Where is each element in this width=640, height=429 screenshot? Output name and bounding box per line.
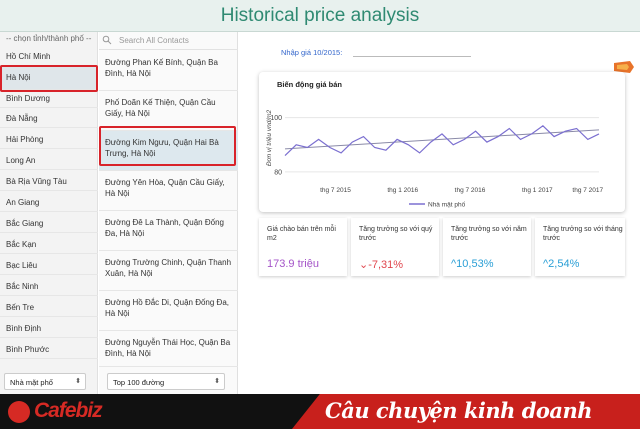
- cafebiz-logo: Cafebiz: [34, 399, 103, 422]
- province-label: Bắc Kạn: [6, 240, 37, 249]
- stat-value: ⌄-7,31%: [359, 259, 404, 271]
- street-item[interactable]: Đường Trường Chinh, Quận Thanh Xuân, Hà …: [99, 251, 238, 291]
- page-title: Historical price analysis: [220, 5, 420, 26]
- stat-value: ^10,53%: [451, 258, 494, 270]
- province-label: Bạc Liêu: [6, 261, 38, 270]
- province-item[interactable]: Hải Phòng: [0, 131, 98, 149]
- street-item[interactable]: Đường Đê La Thành, Quận Đống Đa, Hà Nội: [99, 211, 238, 251]
- street-label: Đường Hồ Đắc Di, Quận Đống Đa, Hà Nội: [105, 298, 229, 318]
- province-label: Bắc Giang: [6, 219, 44, 228]
- top-streets-value: Top 100 đường: [113, 378, 165, 387]
- street-label: Đường Đê La Thành, Quận Đống Đa, Hà Nội: [105, 218, 224, 238]
- select-arrows-icon: ⬍: [214, 378, 220, 385]
- search-bar[interactable]: Search All Contacts: [99, 32, 238, 50]
- province-item[interactable]: Hồ Chí Minh: [0, 48, 98, 66]
- street-label: Đường Trường Chinh, Quận Thanh Xuân, Hà …: [105, 258, 232, 278]
- select-arrows-icon: ⬍: [75, 378, 81, 385]
- x-tick-label: thg 1 2017: [522, 187, 553, 194]
- province-item[interactable]: Bình Phước: [0, 341, 98, 359]
- province-label: Hải Phòng: [6, 135, 44, 144]
- cafebiz-logo-icon: [8, 401, 30, 423]
- province-list-header: -- chọn tỉnh/thành phố --: [6, 34, 92, 43]
- street-item[interactable]: Đường Phan Kế Bính, Quận Ba Đình, Hà Nội: [99, 51, 238, 91]
- property-type-value: Nhà mặt phố: [10, 378, 53, 387]
- province-label: Hồ Chí Minh: [6, 52, 51, 61]
- province-item[interactable]: Bắc Kạn: [0, 236, 98, 254]
- street-label: Đường Yên Hòa, Quận Cầu Giấy, Hà Nội: [105, 178, 225, 198]
- header-bar: Historical price analysis: [0, 0, 640, 32]
- province-label: Bình Phước: [6, 345, 50, 354]
- y-axis-label: Đơn vị triệu vnd/m2: [266, 109, 273, 166]
- province-item[interactable]: Bình Định: [0, 320, 98, 338]
- street-label: Đường Phan Kế Bính, Quận Ba Đình, Hà Nội: [105, 58, 218, 78]
- street-item[interactable]: Đường Hồ Đắc Di, Quận Đống Đa, Hà Nội: [99, 291, 238, 331]
- province-label: Bình Dương: [6, 94, 50, 103]
- stat-label: Giá chào bán trên mỗi m2: [267, 226, 336, 242]
- stat-value: ^2,54%: [543, 258, 580, 270]
- province-item[interactable]: Đà Nẵng: [0, 110, 98, 128]
- stat-label: Tăng trưởng so với tháng trước: [543, 226, 623, 242]
- province-item[interactable]: Bình Dương: [0, 90, 98, 108]
- province-item[interactable]: Bà Rịa Vũng Tàu: [0, 173, 98, 191]
- search-input[interactable]: Search All Contacts: [119, 36, 189, 45]
- street-list-panel: Search All Contacts Đường Phan Kế Bính, …: [99, 32, 238, 394]
- province-item[interactable]: Bắc Ninh: [0, 278, 98, 296]
- province-item[interactable]: Bến Tre: [0, 299, 98, 317]
- province-label: Long An: [6, 156, 36, 165]
- province-label: Bà Rịa Vũng Tàu: [6, 177, 67, 186]
- main-panel: Nhập giá 10/2015: Biến động giá bán 80 10…: [239, 32, 640, 394]
- street-item[interactable]: Phố Doãn Kế Thiện, Quận Cầu Giấy, Hà Nội: [99, 91, 238, 131]
- highlight-province: [0, 65, 98, 92]
- top-streets-select[interactable]: Top 100 đường ⬍: [107, 373, 225, 390]
- x-tick-label: thg 7 2017: [572, 187, 603, 194]
- stat-label: Tăng trưởng so với quý trước: [359, 226, 433, 242]
- price-input-field[interactable]: [353, 56, 471, 57]
- province-item[interactable]: Bạc Liêu: [0, 257, 98, 275]
- legend-label: Nhà mặt phố: [428, 200, 466, 209]
- stat-card-year: Tăng trưởng so với năm trước ^10,53%: [443, 218, 531, 276]
- x-tick-label: thg 7 2015: [320, 187, 351, 194]
- search-icon: [102, 35, 112, 45]
- province-label: Bến Tre: [6, 303, 35, 312]
- street-label: Đường Nguyễn Thái Học, Quận Ba Đình, Hà …: [105, 338, 231, 358]
- street-item[interactable]: Đường Nguyễn Thái Học, Quận Ba Đình, Hà …: [99, 331, 238, 367]
- price-line-chart: 80100Đơn vị triệu vnd/m2thg 7 2015 thg 1 …: [266, 109, 604, 209]
- property-type-select[interactable]: Nhà mặt phố ⬍: [4, 373, 86, 390]
- province-item[interactable]: Long An: [0, 152, 98, 170]
- stat-card-quarter: Tăng trưởng so với quý trước ⌄-7,31%: [351, 218, 439, 276]
- price-input-label: Nhập giá 10/2015:: [281, 48, 343, 57]
- stat-label: Tăng trưởng so với năm trước: [451, 226, 527, 242]
- province-label: Bình Định: [6, 324, 42, 333]
- y-tick-label: 80: [274, 169, 282, 176]
- province-item[interactable]: An Giang: [0, 194, 98, 212]
- stat-value: 173.9 triệu: [267, 258, 319, 270]
- x-tick-label: thg 1 2016: [387, 187, 418, 194]
- province-label: Bắc Ninh: [6, 282, 39, 291]
- app-window: Historical price analysis -- chọn tỉnh/t…: [0, 0, 640, 429]
- stats-row: Giá chào bán trên mỗi m2 173.9 triệu Tăn…: [259, 218, 625, 278]
- street-label: Phố Doãn Kế Thiện, Quận Cầu Giấy, Hà Nội: [105, 98, 216, 118]
- province-item[interactable]: Bắc Giang: [0, 215, 98, 233]
- trend-line: [284, 129, 600, 150]
- stat-card-month: Tăng trưởng so với tháng trước ^2,54%: [535, 218, 625, 276]
- stat-card-price: Giá chào bán trên mỗi m2 173.9 triệu: [259, 218, 347, 276]
- highlight-street: [99, 126, 236, 166]
- price-chart-card: Biến động giá bán 80 100 Đơn vị triệu vnd/…: [259, 72, 625, 212]
- series-line: [284, 125, 600, 157]
- province-label: Đà Nẵng: [6, 114, 38, 123]
- x-tick-label: thg 7 2016: [455, 187, 486, 194]
- province-label: An Giang: [6, 198, 40, 207]
- slogan-text: Câu chuyện kinh doanh: [325, 398, 593, 423]
- street-item[interactable]: Đường Yên Hòa, Quận Cầu Giấy, Hà Nội: [99, 171, 238, 211]
- footer-banner: Cafebiz Câu chuyện kinh doanh: [0, 394, 640, 429]
